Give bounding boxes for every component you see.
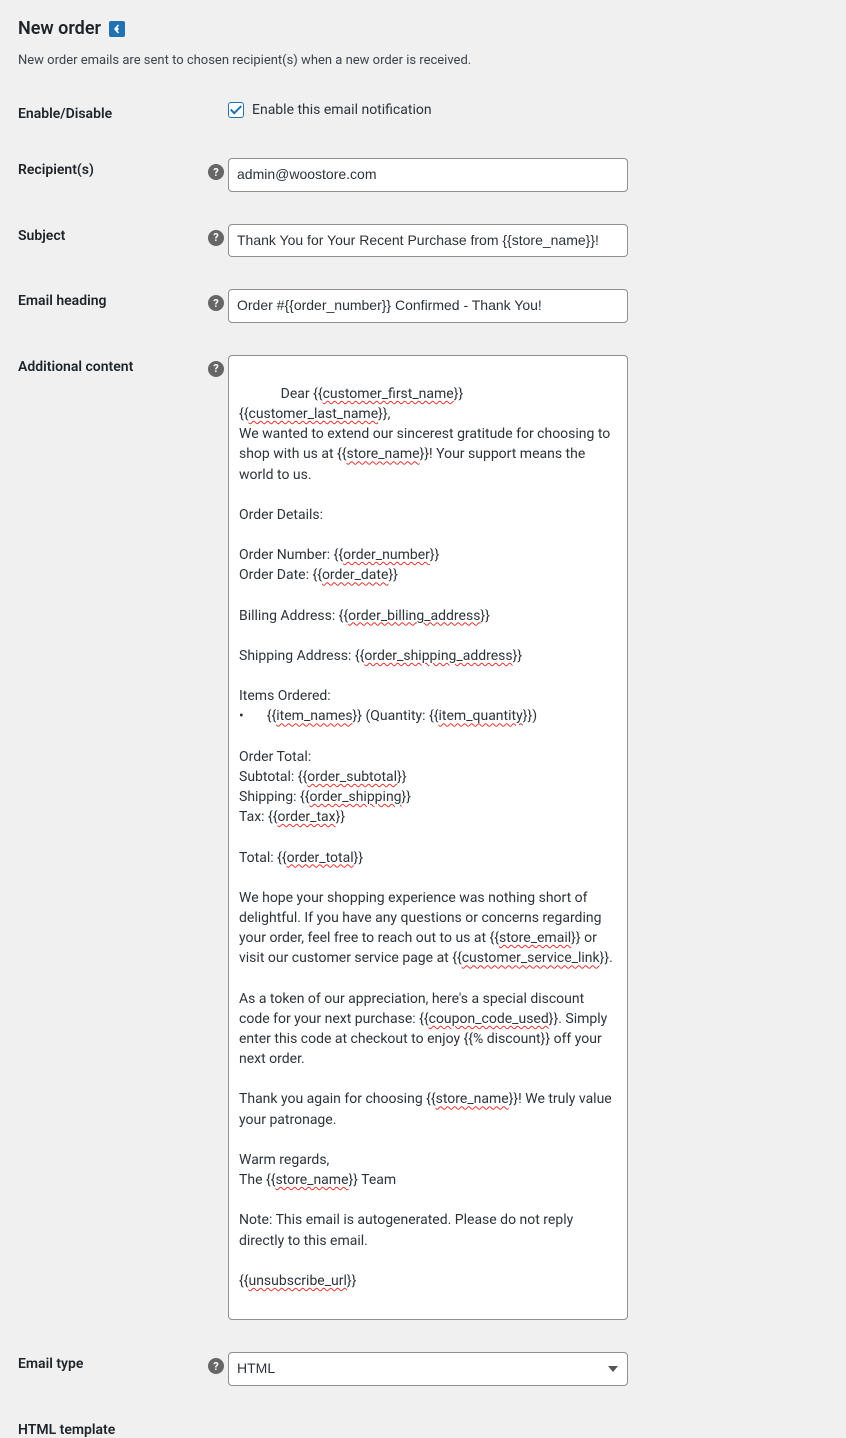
enable-checkbox[interactable] — [228, 102, 244, 118]
email-type-label: Email type — [18, 1336, 228, 1402]
recipients-input[interactable] — [228, 158, 628, 192]
enable-label: Enable/Disable — [18, 86, 228, 142]
additional-content-textarea[interactable]: Dear {{customer_first_name}} {{customer_… — [228, 355, 628, 1320]
email-heading-input[interactable] — [228, 289, 628, 323]
html-template-label: HTML template — [18, 1402, 228, 1438]
settings-form-table: Enable/Disable Enable this email notific… — [18, 86, 826, 1438]
email-heading-label: Email heading — [18, 273, 228, 339]
help-icon[interactable]: ? — [208, 164, 224, 180]
page-title-text: New order — [18, 18, 101, 39]
resize-handle-icon[interactable] — [614, 1306, 626, 1318]
help-icon[interactable]: ? — [208, 230, 224, 246]
email-type-select[interactable]: Plain textHTMLMultipart — [228, 1352, 628, 1386]
help-icon[interactable]: ? — [208, 361, 224, 377]
back-icon[interactable] — [109, 21, 125, 37]
page-title: New order — [18, 18, 826, 39]
page-description: New order emails are sent to chosen reci… — [18, 53, 826, 68]
subject-input[interactable] — [228, 224, 628, 258]
enable-checkbox-text: Enable this email notification — [252, 102, 432, 118]
recipients-label: Recipient(s) — [18, 142, 228, 208]
additional-content-label: Additional content — [18, 339, 228, 1336]
help-icon[interactable]: ? — [208, 1358, 224, 1374]
enable-checkbox-label[interactable]: Enable this email notification — [228, 102, 432, 118]
subject-label: Subject — [18, 208, 228, 274]
